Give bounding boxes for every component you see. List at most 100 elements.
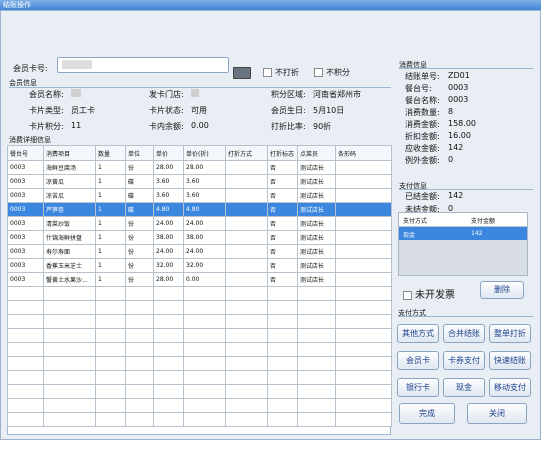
- empty-row: [7, 314, 392, 329]
- keyboard-icon[interactable]: [233, 67, 251, 79]
- table-row[interactable]: 0003 芦笋卷 1 碟 4.80 4.80 否测试店长: [7, 202, 392, 217]
- quick-checkout-button[interactable]: 快速结账: [489, 351, 531, 370]
- table-cell: 凉黄瓜: [43, 174, 96, 189]
- empty-row: [7, 342, 392, 357]
- consume-field-value: 158.00: [448, 119, 476, 128]
- empty-row: [7, 356, 392, 371]
- empty-row: [7, 412, 392, 427]
- payment-row[interactable]: 现金 142: [399, 227, 527, 240]
- table-cell: 否: [267, 216, 298, 231]
- member-field-label: 卡内余额:: [149, 122, 184, 131]
- consume-field-label: 餐台号:: [405, 84, 432, 93]
- payment-amount-header: 支付金额: [471, 218, 496, 225]
- table-cell: 测试店长: [297, 272, 336, 287]
- no-discount-checkbox[interactable]: 不打折: [263, 67, 299, 78]
- table-cell: 28.00: [183, 160, 226, 175]
- payment-table-header: 支付方式 支付金额: [399, 213, 527, 227]
- table-cell: 测试店长: [297, 160, 336, 175]
- table-row[interactable]: 0003 海鲜豆腐汤 1 份 28.00 28.00 否测试店长: [7, 160, 392, 175]
- table-cell: 海鲜豆腐汤: [43, 160, 96, 175]
- member-field-value: [71, 89, 81, 97]
- table-cell: [335, 216, 392, 231]
- card-number-label: 会员卡号:: [13, 64, 48, 73]
- payment-amount-cell: 142: [471, 230, 483, 237]
- table-cell: 否: [267, 258, 298, 273]
- card-number-input[interactable]: [57, 57, 229, 73]
- table-cell: 38.00: [183, 230, 226, 245]
- column-header[interactable]: 餐台号: [7, 145, 44, 161]
- coupon-pay-button[interactable]: 卡券支付: [443, 351, 485, 370]
- table-cell: 4.80: [183, 202, 226, 217]
- table-cell: 0003: [7, 244, 44, 259]
- member-field-value: 可用: [191, 106, 207, 115]
- table-cell: 0003: [7, 188, 44, 203]
- table-cell: 1: [95, 230, 126, 245]
- bank-card-button[interactable]: 银行卡: [397, 378, 439, 397]
- member-field-label: 积分区域:: [271, 90, 306, 99]
- member-field-value: 0.00: [191, 121, 209, 130]
- table-cell: [225, 160, 268, 175]
- table-cell: 24.00: [183, 244, 226, 259]
- table-cell: 测试店长: [297, 174, 336, 189]
- payment-method-cell: 现金: [403, 232, 416, 239]
- column-header[interactable]: 单位: [125, 145, 154, 161]
- table-cell: 否: [267, 244, 298, 259]
- table-cell: 4.80: [153, 202, 184, 217]
- finish-button[interactable]: 完成: [399, 403, 455, 424]
- column-header[interactable]: 条形码: [335, 145, 392, 161]
- table-row[interactable]: 0003 寿尔寿面 1 份 24.00 24.00 否测试店长: [7, 244, 392, 259]
- mobile-pay-button[interactable]: 移动支付: [489, 378, 531, 397]
- table-cell: 测试店长: [297, 230, 336, 245]
- column-header[interactable]: 单价(折): [183, 145, 226, 161]
- delete-button[interactable]: 删除: [480, 281, 524, 299]
- no-points-checkbox[interactable]: 不积分: [314, 67, 350, 78]
- table-cell: [335, 230, 392, 245]
- whole-discount-button[interactable]: 整单打折: [489, 324, 531, 343]
- cash-button[interactable]: 现金: [443, 378, 485, 397]
- table-cell: 24.00: [153, 216, 184, 231]
- member-field-label: 卡片状态:: [149, 106, 184, 115]
- consume-field-value: ZD01: [448, 71, 470, 80]
- table-cell: 否: [267, 272, 298, 287]
- table-cell: 0003: [7, 202, 44, 217]
- member-field-value: 11: [71, 121, 82, 130]
- table-cell: 凉苦瓜: [43, 188, 96, 203]
- table-cell: 碟: [125, 174, 154, 189]
- table-cell: 碟: [125, 202, 154, 217]
- merge-checkout-button[interactable]: 合并结账: [443, 324, 485, 343]
- table-cell: [335, 188, 392, 203]
- table-cell: 3.60: [183, 188, 226, 203]
- other-method-button[interactable]: 其他方式: [397, 324, 439, 343]
- consume-field-value: 8: [448, 107, 454, 116]
- table-row[interactable]: 0003 蟹黄土水果沙... 1 份 28.00 0.00 否测试店长: [7, 272, 392, 287]
- invoice-checkbox[interactable]: 未开发票: [403, 286, 455, 301]
- consume-field-label: 结账单号:: [405, 72, 440, 81]
- payment-table[interactable]: 支付方式 支付金额 现金 142: [398, 212, 528, 276]
- consume-field-value: 0003: [448, 95, 469, 104]
- paid-label: 已结金额:: [405, 192, 440, 201]
- member-field-value: 5月10日: [313, 106, 345, 115]
- member-card-button[interactable]: 会员卡: [397, 351, 439, 370]
- column-header[interactable]: 数量: [95, 145, 126, 161]
- table-row[interactable]: 0003 香蕉玉米芝士 1 份 32.00 32.00 否测试店长: [7, 258, 392, 273]
- column-header[interactable]: 单价: [153, 145, 184, 161]
- column-header[interactable]: 消费项目: [43, 145, 96, 161]
- table-cell: [225, 202, 268, 217]
- table-cell: 32.00: [183, 258, 226, 273]
- table-cell: 寿尔寿面: [43, 244, 96, 259]
- column-header[interactable]: 点菜员: [297, 145, 336, 161]
- table-row[interactable]: 0003 凉黄瓜 1 碟 3.60 3.60 否测试店长: [7, 174, 392, 189]
- table-row[interactable]: 0003 凉苦瓜 1 碟 3.60 3.60 否测试店长: [7, 188, 392, 203]
- consume-field-label: 消费数量:: [405, 108, 440, 117]
- checkout-window: 会员卡号: 不打折 不积分 会员信息 会员名称: 发卡门店: 积分区域: 河南省…: [0, 10, 541, 440]
- member-field-label: 发卡门店:: [149, 90, 184, 99]
- table-row[interactable]: 0003 什锦海鲜拼盘 1 份 38.00 38.00 否测试店长: [7, 230, 392, 245]
- column-header[interactable]: 打折方式: [225, 145, 268, 161]
- table-cell: 32.00: [153, 258, 184, 273]
- consume-field-value: 0003: [448, 83, 469, 92]
- column-header[interactable]: 打折标志: [267, 145, 298, 161]
- empty-row: [7, 328, 392, 343]
- close-button[interactable]: 关闭: [467, 403, 527, 424]
- table-cell: 测试店长: [297, 216, 336, 231]
- table-row[interactable]: 0003 清菜炒饭 1 份 24.00 24.00 否测试店长: [7, 216, 392, 231]
